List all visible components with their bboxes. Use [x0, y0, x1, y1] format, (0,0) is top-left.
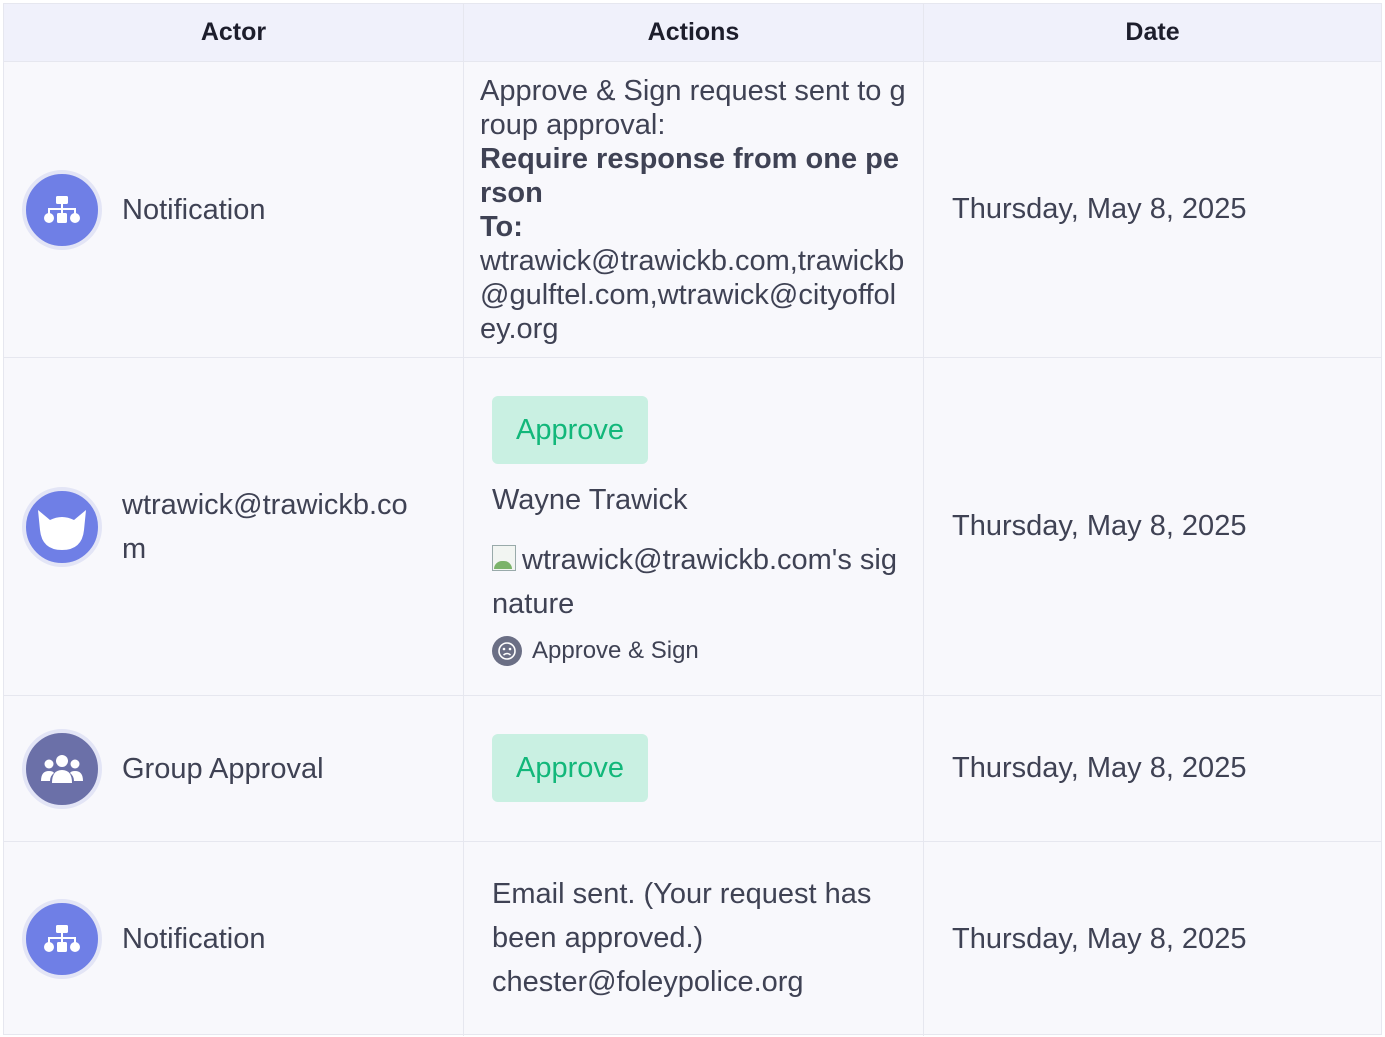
- actions-cell: Email sent. (Your request has been appro…: [464, 842, 924, 1036]
- cat-icon: [38, 509, 86, 550]
- actor-avatar: [22, 728, 102, 809]
- table-header: Actor Actions Date: [4, 4, 1381, 62]
- actor-cell: Group Approval: [4, 696, 464, 841]
- date-cell: Thursday, May 8, 2025: [952, 752, 1247, 784]
- signature-image: wtrawick@trawickb.com's signature: [492, 538, 907, 626]
- approve-badge[interactable]: Approve: [492, 396, 649, 464]
- approve-badge[interactable]: Approve: [492, 734, 649, 802]
- signature-method: Approve & Sign: [492, 636, 907, 666]
- broken-image-icon: [492, 545, 522, 573]
- actor-cell: Notification: [4, 62, 464, 357]
- signature-alt-text: wtrawick@trawickb.com's signature: [492, 544, 897, 620]
- actions-details: Approve & Sign request sent to group app…: [464, 62, 923, 346]
- response-requirement: Require response from one person: [480, 143, 899, 209]
- actions-details: Email sent. (Your request has been appro…: [492, 872, 907, 1004]
- actor-name: Group Approval: [122, 752, 324, 785]
- actor-avatar: [22, 486, 102, 567]
- header-actor[interactable]: Actor: [4, 4, 464, 61]
- header-date[interactable]: Date: [924, 4, 1381, 61]
- date-cell: Thursday, May 8, 2025: [952, 510, 1247, 542]
- recipients-label: To:: [480, 211, 523, 243]
- table-row: wtrawick@trawickb.com Approve Wayne Traw…: [4, 358, 1381, 696]
- sitemap-icon: [44, 195, 80, 223]
- request-description: Approve & Sign request sent to group app…: [480, 75, 906, 141]
- actor-cell: Notification: [4, 842, 464, 1036]
- table-row: Notification Email sent. (Your request h…: [4, 842, 1381, 1036]
- actions-cell: Approve Wayne Trawick wtrawick@trawickb.…: [464, 358, 924, 695]
- actor-cell: wtrawick@trawickb.com: [4, 358, 464, 695]
- actions-details: Approve: [492, 734, 649, 802]
- activity-table: Actor Actions Date Notification Approve …: [3, 3, 1382, 1036]
- date-cell: Thursday, May 8, 2025: [952, 193, 1247, 225]
- actor-avatar: [22, 899, 102, 979]
- date-cell: Thursday, May 8, 2025: [952, 922, 1247, 955]
- table-row: Group Approval Approve Thursday, May 8, …: [4, 696, 1381, 842]
- approver-name: Wayne Trawick: [492, 484, 688, 516]
- table-row: Notification Approve & Sign request sent…: [4, 62, 1381, 358]
- actions-cell: Approve & Sign request sent to group app…: [464, 62, 924, 357]
- actor-name: wtrawick@trawickb.com: [122, 488, 408, 565]
- actor-name: Notification: [122, 923, 266, 955]
- header-actions[interactable]: Actions: [464, 4, 924, 61]
- actions-details: Approve Wayne Trawick wtrawick@trawickb.…: [492, 396, 907, 666]
- users-icon: [41, 754, 83, 783]
- recipients-list: wtrawick@trawickb.com,trawickb@gulftel.c…: [480, 245, 905, 345]
- actions-cell: Approve: [464, 696, 924, 841]
- email-status: Email sent. (Your request has been appro…: [492, 878, 872, 954]
- face-icon: [492, 636, 522, 666]
- signature-method-label: Approve & Sign: [532, 637, 699, 664]
- sitemap-icon: [44, 925, 80, 952]
- email-recipient: chester@foleypolice.org: [492, 966, 804, 998]
- actor-name: Notification: [122, 193, 266, 226]
- actor-avatar: [22, 169, 102, 250]
